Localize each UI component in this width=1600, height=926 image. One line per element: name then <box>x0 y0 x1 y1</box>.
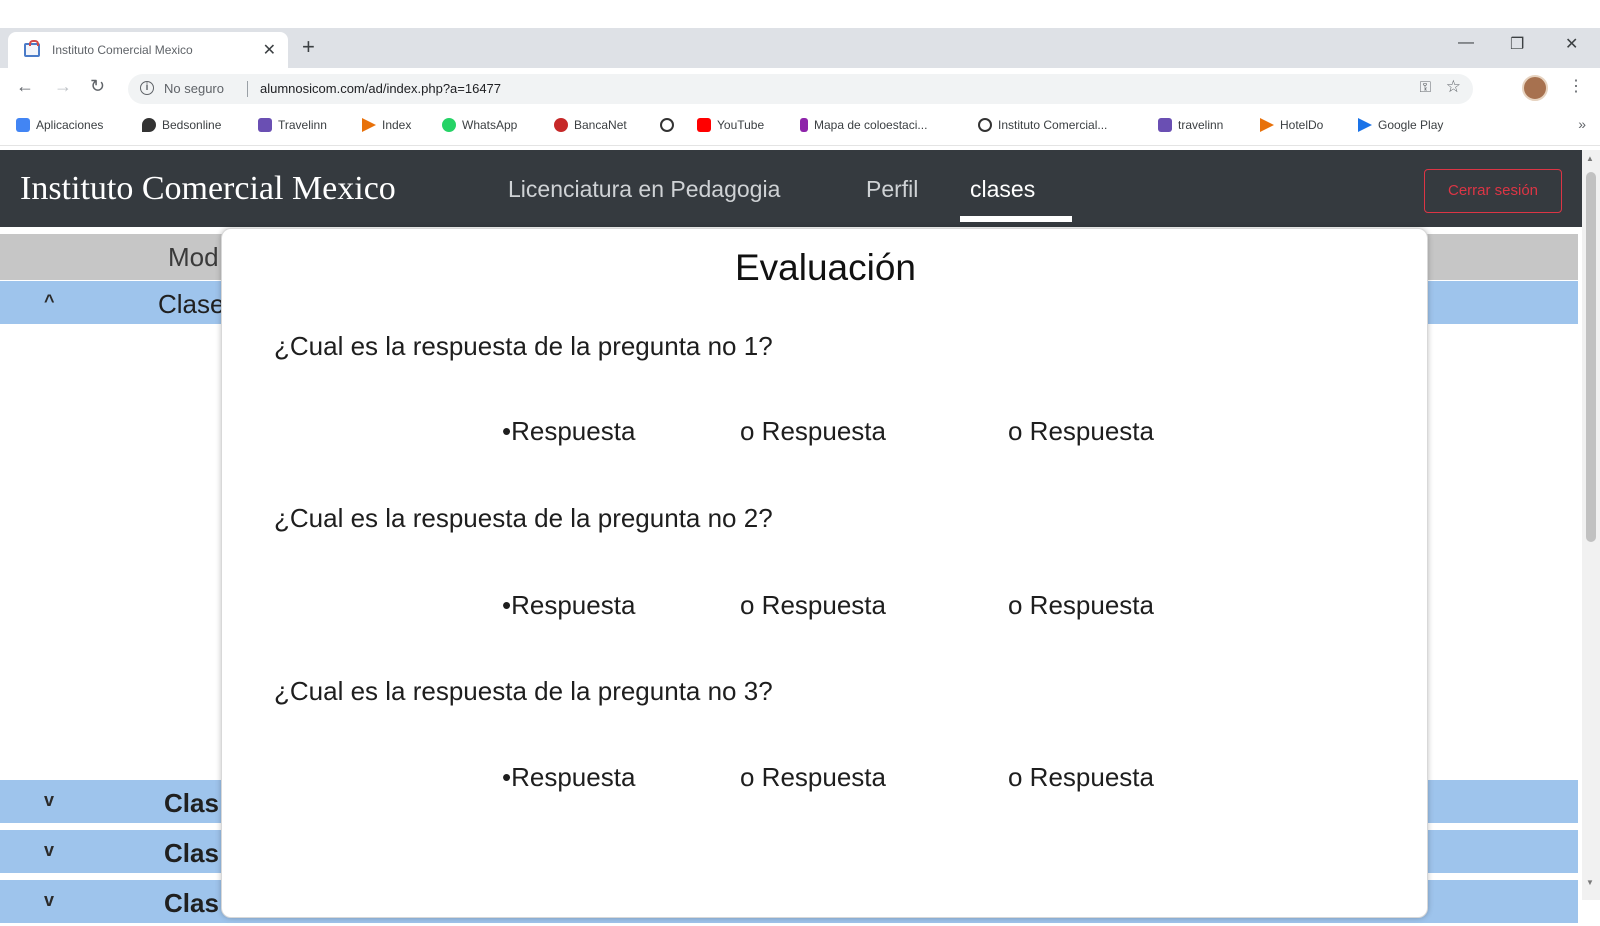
bookmark-item[interactable]: Instituto Comercial... <box>978 118 1107 132</box>
scroll-up-icon[interactable]: ▲ <box>1586 154 1594 163</box>
restore-icon[interactable]: ❐ <box>1510 34 1524 54</box>
browser-toolbar: ← → ↻ i No seguro alumnosicom.com/ad/ind… <box>0 68 1600 108</box>
bookmarks-bar: Aplicaciones Bedsonline Travelinn Index … <box>0 108 1600 146</box>
bookmark-label: Aplicaciones <box>36 118 104 132</box>
reload-icon[interactable]: ↻ <box>90 76 105 97</box>
map-icon <box>800 118 808 132</box>
logout-button[interactable]: Cerrar sesión <box>1424 169 1562 213</box>
bookmark-label: Bedsonline <box>162 118 222 132</box>
profile-avatar[interactable] <box>1522 75 1548 101</box>
question-text: ¿Cual es la respuesta de la pregunta no … <box>274 676 773 706</box>
bancanet-icon <box>554 118 568 132</box>
answer-option[interactable]: •Respuesta <box>502 416 635 447</box>
answer-option[interactable]: o Respuesta <box>740 762 886 793</box>
bookmark-label: Instituto Comercial... <box>998 118 1108 132</box>
bookmark-label: Google Play <box>1378 118 1444 132</box>
globe-icon <box>660 118 674 132</box>
location-pin-icon <box>142 118 156 132</box>
minimize-icon[interactable]: — <box>1458 34 1474 52</box>
answer-option[interactable]: o Respuesta <box>1008 762 1154 793</box>
tab-close-icon[interactable]: ✕ <box>263 40 276 60</box>
site-favicon-icon <box>24 40 40 57</box>
new-tab-button[interactable]: + <box>302 34 315 60</box>
security-label[interactable]: No seguro <box>164 81 224 96</box>
bookmark-label: Mapa de coloestaci... <box>814 118 928 132</box>
chevron-up-icon[interactable]: ^ <box>44 291 55 312</box>
bookmark-item[interactable]: Google Play <box>1358 118 1443 132</box>
bookmark-item[interactable] <box>660 118 680 132</box>
bookmark-star-icon[interactable]: ☆ <box>1446 77 1461 97</box>
bookmark-label: Index <box>382 118 412 132</box>
modal-title: Evaluación <box>734 247 916 288</box>
bookmark-label: Travelinn <box>278 118 327 132</box>
forward-icon[interactable]: → <box>54 76 72 97</box>
bookmark-label: travelinn <box>1178 118 1224 132</box>
info-icon[interactable]: i <box>140 81 154 95</box>
nav-link-licenciatura[interactable]: Licenciatura en Pedagogia <box>508 176 780 203</box>
travelinn-icon <box>258 118 272 132</box>
key-icon[interactable]: ⚿ <box>1420 79 1431 96</box>
chevron-down-icon[interactable]: v <box>44 840 54 861</box>
bookmark-item[interactable]: BancaNet <box>554 118 627 132</box>
class-row-label: Clas <box>164 838 219 868</box>
site-navbar: Instituto Comercial Mexico Licenciatura … <box>0 150 1582 227</box>
bookmark-label: HotelDo <box>1280 118 1324 132</box>
apps-grid-icon <box>16 118 30 132</box>
answer-option[interactable]: o Respuesta <box>1008 416 1154 447</box>
bookmark-item[interactable]: Aplicaciones <box>16 118 103 132</box>
browser-menu-icon[interactable]: ⋮ <box>1568 76 1584 96</box>
chevron-down-icon[interactable]: v <box>44 790 54 811</box>
answer-option[interactable]: o Respuesta <box>1008 590 1154 621</box>
bookmark-item[interactable]: YouTube <box>697 118 764 132</box>
bookmark-item[interactable]: Mapa de coloestaci... <box>800 118 927 132</box>
answer-option[interactable]: •Respuesta <box>502 590 635 621</box>
answer-option[interactable]: o Respuesta <box>740 590 886 621</box>
active-nav-indicator <box>960 216 1072 222</box>
bookmark-item[interactable]: Bedsonline <box>142 118 221 132</box>
google-play-icon <box>1358 118 1372 132</box>
bookmark-item[interactable]: Travelinn <box>258 118 327 132</box>
play-arrow-icon <box>1260 118 1274 132</box>
site-brand[interactable]: Instituto Comercial Mexico <box>20 170 396 208</box>
bookmark-item[interactable]: HotelDo <box>1260 118 1323 132</box>
bookmark-item[interactable]: Index <box>362 118 411 132</box>
module-header-label: Mod <box>168 242 219 272</box>
bookmark-item[interactable]: WhatsApp <box>442 118 517 132</box>
bookmark-label: YouTube <box>717 118 765 132</box>
page-scrollbar[interactable]: ▲ ▼ <box>1582 150 1600 900</box>
nav-link-perfil[interactable]: Perfil <box>866 176 918 203</box>
youtube-icon <box>697 118 711 132</box>
tab-title: Instituto Comercial Mexico <box>52 43 193 57</box>
back-icon[interactable]: ← <box>16 76 34 97</box>
scroll-down-icon[interactable]: ▼ <box>1586 878 1594 887</box>
question-text: ¿Cual es la respuesta de la pregunta no … <box>274 503 773 533</box>
class-row-label: Clas <box>164 788 219 818</box>
answer-option[interactable]: •Respuesta <box>502 762 635 793</box>
url-text[interactable]: alumnosicom.com/ad/index.php?a=16477 <box>260 81 501 96</box>
bookmarks-more-icon[interactable]: » <box>1578 116 1586 132</box>
evaluation-modal: Evaluación ¿Cual es la respuesta de la p… <box>221 228 1428 918</box>
class-row-label: Clase <box>158 289 225 319</box>
class-row-label: Clas <box>164 888 219 918</box>
question-text: ¿Cual es la respuesta de la pregunta no … <box>274 331 773 361</box>
address-bar[interactable]: i No seguro alumnosicom.com/ad/index.php… <box>128 74 1473 104</box>
chevron-down-icon[interactable]: v <box>44 890 54 911</box>
globe-icon <box>978 118 992 132</box>
travelinn-icon <box>1158 118 1172 132</box>
scroll-thumb[interactable] <box>1586 172 1596 542</box>
play-arrow-icon <box>362 118 376 132</box>
bookmark-label: BancaNet <box>574 118 627 132</box>
whatsapp-icon <box>442 118 456 132</box>
browser-tab[interactable]: Instituto Comercial Mexico ✕ <box>8 32 288 68</box>
bookmark-label: WhatsApp <box>462 118 518 132</box>
omnibox-divider <box>247 81 248 97</box>
nav-link-clases[interactable]: clases <box>970 176 1035 203</box>
browser-tabstrip: Instituto Comercial Mexico ✕ + — ❐ ✕ <box>0 28 1600 68</box>
bookmark-item[interactable]: travelinn <box>1158 118 1223 132</box>
window-close-icon[interactable]: ✕ <box>1565 34 1578 54</box>
answer-option[interactable]: o Respuesta <box>740 416 886 447</box>
